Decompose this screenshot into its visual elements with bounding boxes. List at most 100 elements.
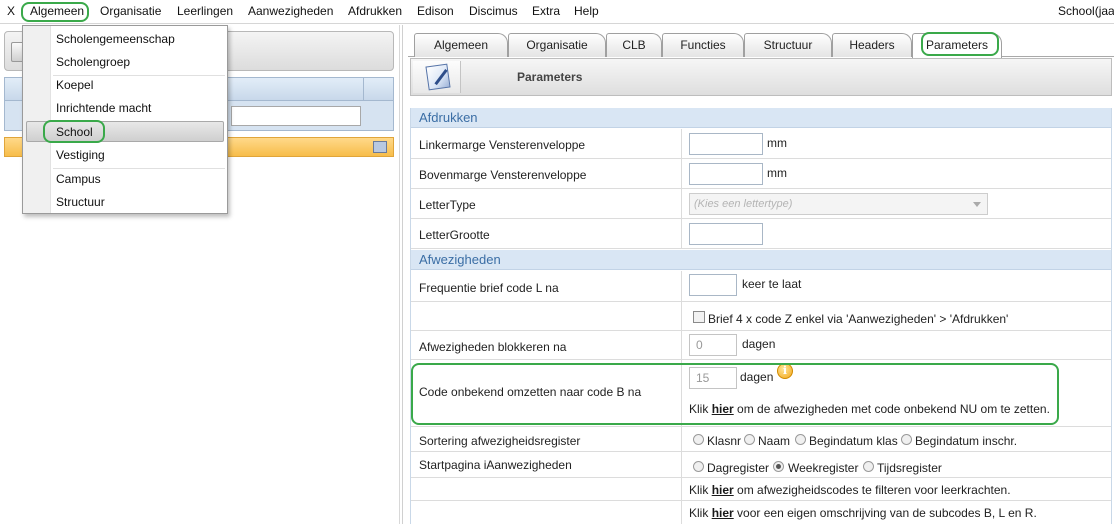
sortering-radio-begindatum-klas[interactable] <box>795 434 806 445</box>
menu-item-school[interactable]: School <box>56 125 93 139</box>
menu-extra[interactable]: Extra <box>532 4 560 18</box>
startpagina-radio-tijdsregister[interactable] <box>863 461 874 472</box>
info-icon[interactable]: i <box>777 363 793 379</box>
chevron-down-icon <box>973 202 981 207</box>
row-blokkeren: Afwezigheden blokkeren na 0 dagen <box>411 331 1111 360</box>
frequentie-input[interactable] <box>689 274 737 296</box>
row-separator <box>681 271 682 301</box>
tab-clb[interactable]: CLB <box>606 33 662 57</box>
sortering-option-klasnr: Klasnr <box>707 434 742 448</box>
menu-item-campus[interactable]: Campus <box>56 172 101 186</box>
section-afdrukken: Afdrukken <box>411 108 1111 128</box>
klik-prefix: Klik <box>689 402 709 416</box>
subcodes-link[interactable]: hier <box>712 506 734 520</box>
klik-suffix: om afwezigheidscodes te filteren voor le… <box>737 483 1011 497</box>
bovenmarge-input[interactable] <box>689 163 763 185</box>
row-detail-icon[interactable] <box>373 141 387 153</box>
klik-prefix: Klik <box>689 506 709 520</box>
row-separator <box>681 219 682 248</box>
menu-divider <box>53 75 225 76</box>
menu-edison[interactable]: Edison <box>417 4 454 18</box>
menu-algemeen[interactable]: Algemeen <box>30 4 84 18</box>
row-separator <box>681 129 682 158</box>
menu-discimus[interactable]: Discimus <box>469 4 518 18</box>
row-lettergrootte: LetterGrootte <box>411 219 1111 249</box>
sortering-label: Sortering afwezigheidsregister <box>419 434 581 448</box>
row-lettertype: LetterType (Kies een lettertype) <box>411 189 1111 219</box>
school-year-label: School(jaa <box>1058 4 1114 18</box>
bovenmarge-unit: mm <box>767 166 787 180</box>
row-code-onbekend: Code onbekend omzetten naar code B na 15… <box>411 360 1111 427</box>
menu-help[interactable]: Help <box>574 4 599 18</box>
linkermarge-label: Linkermarge Vensterenveloppe <box>419 138 586 152</box>
klik-prefix: Klik <box>689 483 709 497</box>
row-frequentie: Frequentie brief code L na keer te laat <box>411 271 1111 302</box>
row-separator <box>681 478 682 500</box>
row-filter-codes: Klik hier om afwezigheidscodes te filter… <box>411 478 1111 501</box>
sortering-radio-naam[interactable] <box>744 434 755 445</box>
blokkeren-input[interactable]: 0 <box>689 334 737 356</box>
startpagina-option-tijdsregister: Tijdsregister <box>877 461 942 475</box>
edit-pencil-icon <box>425 63 451 91</box>
frequentie-label: Frequentie brief code L na <box>419 281 559 295</box>
code-onbekend-label: Code onbekend omzetten naar code B na <box>419 385 642 399</box>
startpagina-radio-dagregister[interactable] <box>693 461 704 472</box>
frequentie-unit: keer te laat <box>742 277 802 291</box>
filter-codes-link[interactable]: hier <box>712 483 734 497</box>
lettergrootte-label: LetterGrootte <box>419 228 490 242</box>
lettergrootte-input[interactable] <box>689 223 763 245</box>
linkermarge-unit: mm <box>767 136 787 150</box>
menu-item-scholengemeenschap[interactable]: Scholengemeenschap <box>56 32 175 46</box>
klik-suffix: voor een eigen omschrijving van de subco… <box>737 506 1037 520</box>
sortering-option-begindatum-klas: Begindatum klas <box>809 434 898 448</box>
tab-organisatie[interactable]: Organisatie <box>508 33 606 57</box>
startpagina-option-weekregister: Weekregister <box>788 461 859 475</box>
menu-afdrukken[interactable]: Afdrukken <box>348 4 402 18</box>
klik-suffix: om de afwezigheden met code onbekend NU … <box>737 402 1050 416</box>
parameters-form: Afdrukken Linkermarge Vensterenveloppe m… <box>410 108 1112 524</box>
sortering-option-begindatum-inschr: Begindatum inschr. <box>915 434 1018 448</box>
tab-functies[interactable]: Functies <box>662 33 744 57</box>
menu-item-koepel[interactable]: Koepel <box>56 78 93 92</box>
menu-item-vestiging[interactable]: Vestiging <box>56 148 105 162</box>
tab-structuur[interactable]: Structuur <box>744 33 832 57</box>
grid-filter-input[interactable] <box>231 106 361 126</box>
row-separator <box>681 331 682 359</box>
row-linkermarge: Linkermarge Vensterenveloppe mm <box>411 129 1111 159</box>
klik-omzetten-text: Klik hier om de afwezigheden met code on… <box>689 402 1050 416</box>
tab-algemeen[interactable]: Algemeen <box>414 33 508 57</box>
lettertype-select[interactable]: (Kies een lettertype) <box>689 193 988 215</box>
menu-item-scholengroep[interactable]: Scholengroep <box>56 55 130 69</box>
sortering-radio-klasnr[interactable] <box>693 434 704 445</box>
menu-close[interactable]: X <box>7 4 15 18</box>
row-separator <box>681 427 682 451</box>
omzetten-link[interactable]: hier <box>712 402 734 416</box>
tab-headers[interactable]: Headers <box>832 33 912 57</box>
brief-checkbox-label: Brief 4 x code Z enkel via 'Aanwezighede… <box>708 312 1009 326</box>
grid-header-separator <box>363 78 364 100</box>
menu-gutter <box>23 26 51 213</box>
startpagina-label: Startpagina iAanwezigheden <box>419 458 572 472</box>
startpagina-option-dagregister: Dagregister <box>707 461 770 475</box>
page-title: Parameters <box>517 70 583 84</box>
menu-leerlingen[interactable]: Leerlingen <box>177 4 233 18</box>
brief-checkbox[interactable] <box>693 311 705 323</box>
menu-item-structuur[interactable]: Structuur <box>56 195 105 209</box>
row-subcodes: Klik hier voor een eigen omschrijving va… <box>411 501 1111 524</box>
menu-bar: X Algemeen Organisatie Leerlingen Aanwez… <box>0 0 1114 24</box>
row-sortering: Sortering afwezigheidsregister Klasnr Na… <box>411 427 1111 452</box>
section-header: Parameters <box>410 58 1112 96</box>
klik-filter-text: Klik hier om afwezigheidscodes te filter… <box>689 483 1011 497</box>
tab-strip: Algemeen Organisatie CLB Functies Struct… <box>408 32 1114 58</box>
menu-item-inrichtende-macht[interactable]: Inrichtende macht <box>56 101 151 115</box>
menu-divider <box>53 168 225 169</box>
row-separator <box>681 189 682 218</box>
startpagina-radio-weekregister[interactable] <box>773 461 784 472</box>
linkermarge-input[interactable] <box>689 133 763 155</box>
sortering-radio-begindatum-inschr[interactable] <box>901 434 912 445</box>
tab-parameters[interactable]: Parameters <box>912 33 1002 58</box>
menu-aanwezigheden[interactable]: Aanwezigheden <box>248 4 333 18</box>
code-onbekend-input[interactable]: 15 <box>689 367 737 389</box>
menu-organisatie[interactable]: Organisatie <box>100 4 161 18</box>
row-brief-checkbox: Brief 4 x code Z enkel via 'Aanwezighede… <box>411 302 1111 331</box>
